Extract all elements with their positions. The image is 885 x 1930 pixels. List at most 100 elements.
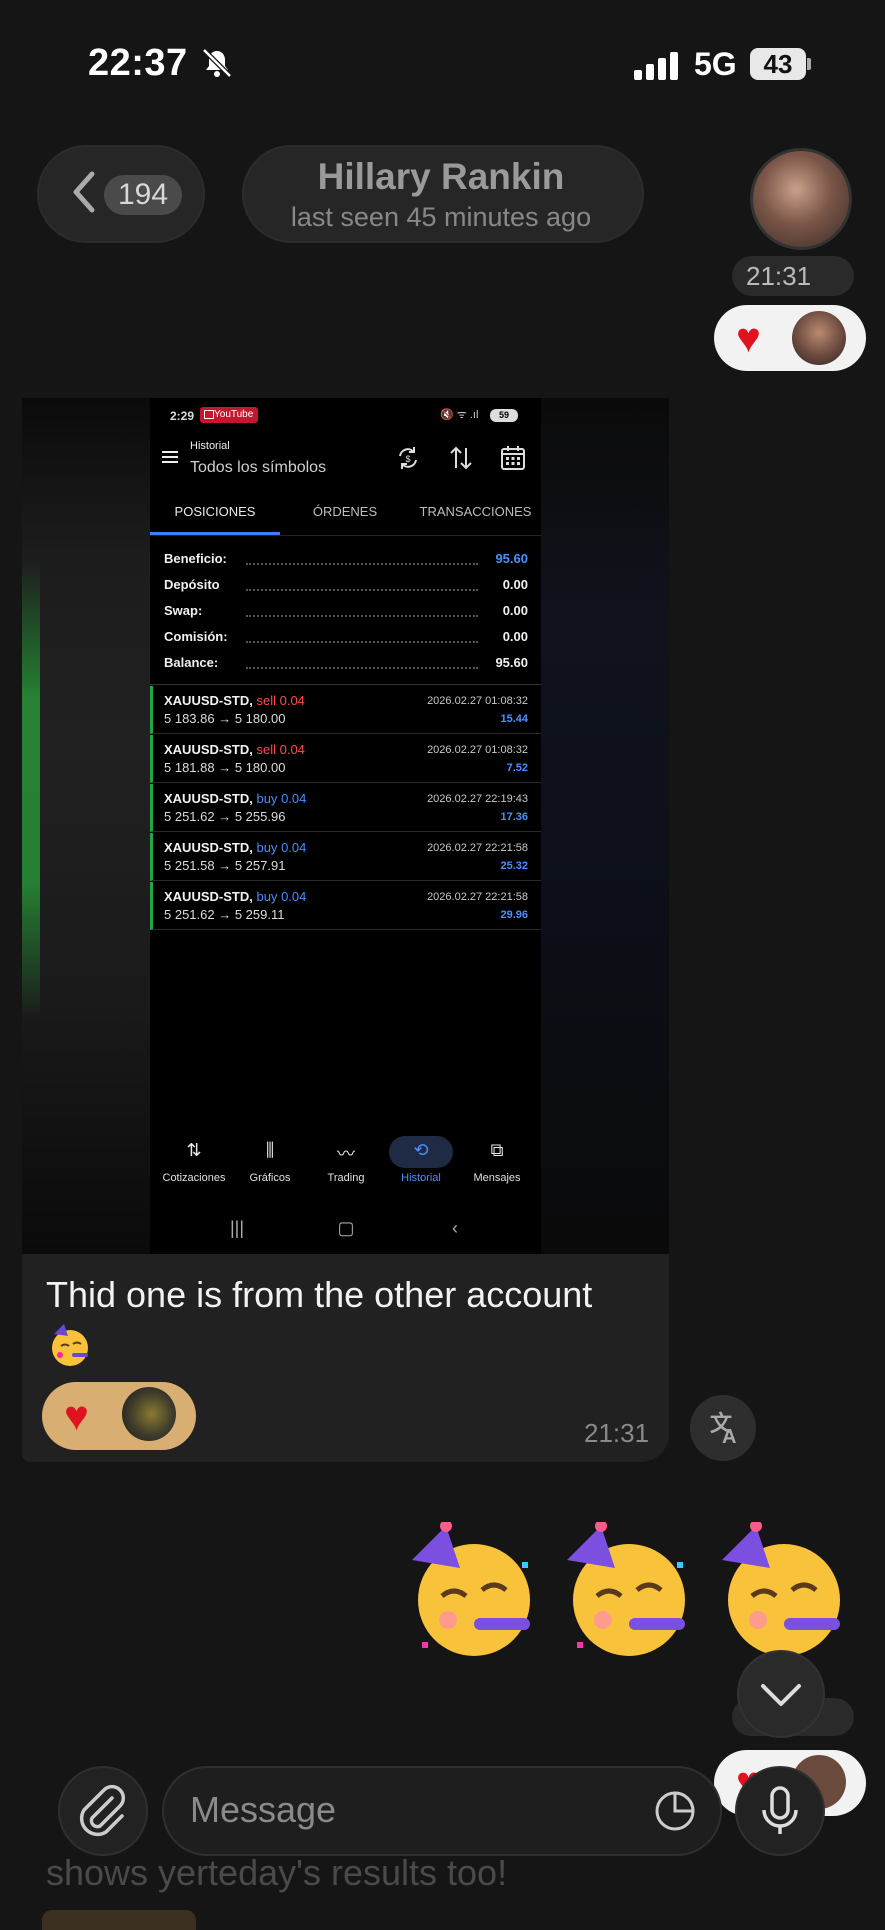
status-time: 22:37 xyxy=(88,42,188,84)
trade-symbol-text: XAUUSD-STD, xyxy=(164,693,253,708)
tab-divider xyxy=(150,535,541,536)
summary-label: Balance: xyxy=(164,655,219,670)
unread-count-badge: 194 xyxy=(104,175,183,215)
trade-symbol: XAUUSD-STD, sell 0.04 xyxy=(164,742,305,757)
screenshot-section: Historial xyxy=(190,440,230,452)
microphone-icon xyxy=(762,1786,798,1834)
partying-face-emoji xyxy=(722,1522,840,1656)
trade-direction: buy xyxy=(256,791,278,806)
message-placeholder: Message xyxy=(190,1789,337,1830)
nav-icon: ⧉ xyxy=(490,1140,504,1160)
trade-date: 2026.02.27 22:21:58 xyxy=(427,842,528,854)
photo-blur-right xyxy=(541,398,669,1254)
summary-dots xyxy=(246,665,478,669)
paperclip-icon xyxy=(79,1784,126,1837)
trade-prices: 5 251.62 → 5 259.11 xyxy=(164,907,285,922)
chevron-left-icon xyxy=(73,171,95,213)
contact-name: Hillary Rankin xyxy=(317,156,565,197)
screenshot-battery: 59 xyxy=(490,409,518,422)
calendar-icon xyxy=(501,446,525,470)
trade-profit: 29.96 xyxy=(500,909,528,921)
menu-icon-bar xyxy=(162,456,178,458)
summary-value: 0.00 xyxy=(502,577,528,592)
back-system-icon: ‹ xyxy=(452,1218,458,1238)
nav-label: Trading xyxy=(327,1172,365,1184)
screenshot-status-icons: 🔇 ᯤ .ıl xyxy=(440,409,479,421)
screenshot-title: Todos los símbolos xyxy=(190,459,327,476)
trade-volume: 0.04 xyxy=(279,742,305,757)
trade-date: 2026.02.27 01:08:32 xyxy=(427,695,528,707)
heart-reaction-icon: ♥ xyxy=(736,314,761,361)
trade-prices: 5 251.62 → 5 255.96 xyxy=(164,809,286,824)
summary-value: 95.60 xyxy=(495,655,528,670)
reactor-avatar xyxy=(792,311,846,365)
trade-symbol-text: XAUUSD-STD, xyxy=(164,742,253,757)
nav-label: Gráficos xyxy=(249,1172,291,1184)
trade-prices: 5 183.86 → 5 180.00 xyxy=(164,711,286,726)
nav-icon: 〰 xyxy=(337,1144,355,1164)
chevron-down-icon xyxy=(761,1684,801,1706)
screen-icon xyxy=(204,410,214,419)
contact-avatar[interactable] xyxy=(750,148,852,250)
trade-profit: 7.52 xyxy=(506,762,528,774)
partying-face-emoji xyxy=(52,1324,88,1366)
summary-value: 95.60 xyxy=(495,551,528,566)
summary-dots xyxy=(246,587,478,591)
sort-icon xyxy=(450,446,472,470)
trade-date: 2026.02.27 22:19:43 xyxy=(427,793,528,805)
summary-label: Swap: xyxy=(164,603,203,618)
translate-icon: 文 A xyxy=(710,1411,736,1448)
summary-label: Comisión: xyxy=(164,629,228,644)
partying-face-emoji xyxy=(412,1522,530,1656)
summary-dots xyxy=(246,561,478,565)
screenshot-status-time: 2:29 xyxy=(170,409,195,423)
nav-icon: ⟲ xyxy=(413,1140,429,1160)
battery-level: 43 xyxy=(750,48,806,80)
trade-volume: 0.04 xyxy=(281,840,307,855)
sticker-icon[interactable] xyxy=(652,1788,698,1834)
network-type: 5G xyxy=(694,46,737,82)
last-seen-status: last seen 45 minutes ago xyxy=(290,202,592,232)
trade-volume: 0.04 xyxy=(281,889,307,904)
trade-profit: 17.36 xyxy=(500,811,528,823)
trade-direction: sell xyxy=(256,693,276,708)
summary-dots xyxy=(246,639,478,643)
tab-transactions: TRANSACCIONES xyxy=(419,504,532,519)
summary-label: Beneficio: xyxy=(164,551,227,566)
voice-button[interactable] xyxy=(735,1766,825,1856)
trade-date: 2026.02.27 22:21:58 xyxy=(427,891,528,903)
trade-symbol: XAUUSD-STD, sell 0.04 xyxy=(164,693,305,708)
summary-divider xyxy=(150,684,541,685)
trade-symbol-text: XAUUSD-STD, xyxy=(164,791,253,806)
trade-direction: buy xyxy=(256,840,278,855)
svg-text:$: $ xyxy=(405,454,410,464)
trade-date: 2026.02.27 01:08:32 xyxy=(427,744,528,756)
trade-symbol-text: XAUUSD-STD, xyxy=(164,889,253,904)
nav-label: Historial xyxy=(401,1172,441,1184)
tab-positions: POSICIONES xyxy=(174,504,256,519)
reactor-avatar xyxy=(122,1387,176,1441)
scroll-down-button[interactable] xyxy=(737,1650,825,1738)
message-time: 21:31 xyxy=(746,261,812,291)
trade-profit: 15.44 xyxy=(500,713,528,725)
recents-icon: ||| xyxy=(229,1218,245,1238)
background-reaction-pill xyxy=(42,1910,196,1930)
trade-prices: 5 181.88 → 5 180.00 xyxy=(164,760,286,775)
photo-blur-left xyxy=(22,398,150,1254)
nav-icon: ⇅ xyxy=(186,1140,202,1160)
summary-value: 0.00 xyxy=(502,603,528,618)
partying-face-emoji xyxy=(567,1522,685,1656)
trade-symbol: XAUUSD-STD, buy 0.04 xyxy=(164,840,306,855)
battery-tip xyxy=(807,58,811,70)
svg-text:A: A xyxy=(722,1426,736,1448)
sync-icon: $ xyxy=(399,447,417,469)
heart-reaction-icon: ♥ xyxy=(64,1392,89,1439)
attach-button[interactable] xyxy=(58,1766,148,1856)
trade-symbol: XAUUSD-STD, buy 0.04 xyxy=(164,889,306,904)
nav-label: Cotizaciones xyxy=(162,1172,226,1184)
trade-profit: 25.32 xyxy=(500,860,528,872)
translate-button[interactable]: 文 A xyxy=(690,1395,756,1461)
trade-volume: 0.04 xyxy=(281,791,307,806)
trade-symbol-text: XAUUSD-STD, xyxy=(164,840,253,855)
photo-blur-green xyxy=(22,560,40,1020)
